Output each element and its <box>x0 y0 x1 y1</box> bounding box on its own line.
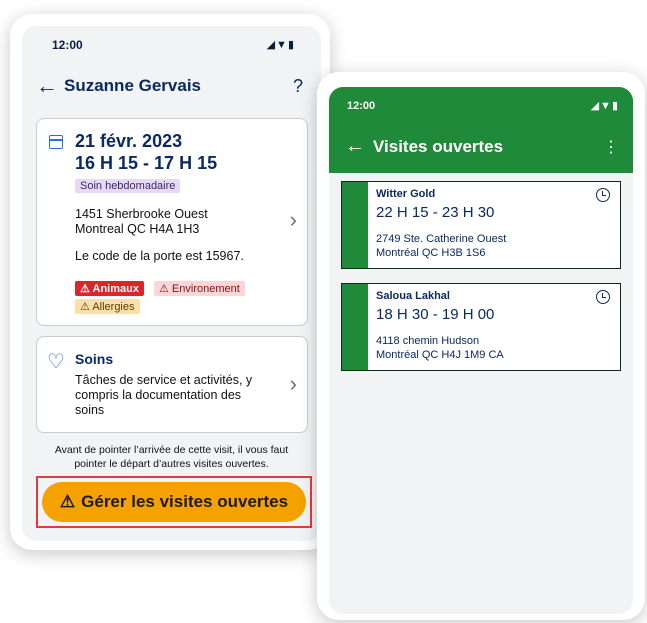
visit-hours: 16 H 15 - 17 H 15 <box>75 153 218 173</box>
badge-environment: ⚠ Environement <box>154 281 245 296</box>
phone-visit-detail: 12:00 ◢▼▮ ← Suzanne Gervais ? 21 févr. 2… <box>10 14 330 550</box>
care-card[interactable]: ♡ Soins Tâches de service et activités, … <box>36 336 308 433</box>
open-visits-screen: 12:00 ◢▼▮ ← Visites ouvertes ⋮ Witter Go… <box>329 87 633 614</box>
status-time: 12:00 <box>52 38 83 52</box>
chevron-right-icon[interactable]: › <box>290 207 297 233</box>
manage-open-visits-label: Gérer les visites ouvertes <box>81 492 289 511</box>
address-line-1: 4118 chemin Hudson <box>376 335 480 347</box>
warning-icon: ⚠ <box>59 492 76 511</box>
open-visits-notice: Avant de pointer l’arrivée de cette visi… <box>54 444 289 470</box>
phone-open-visits: 12:00 ◢▼▮ ← Visites ouvertes ⋮ Witter Go… <box>317 72 645 620</box>
client-name-title: Suzanne Gervais <box>64 76 202 95</box>
page-title: Visites ouvertes <box>373 137 504 156</box>
address-line-2: Montreal QC H4A 1H3 <box>75 222 200 236</box>
badge-allergies: ⚠ Allergies <box>75 299 140 314</box>
status-bar: 12:00 ◢▼▮ <box>22 26 321 60</box>
door-code: Le code de la porte est 15967. <box>75 249 244 263</box>
app-bar: ← Suzanne Gervais ? <box>22 74 321 106</box>
visit-hours: 18 H 30 - 19 H 00 <box>376 306 495 323</box>
care-type-tag: Soin hebdomadaire <box>75 179 181 193</box>
open-visit-item[interactable]: Witter Gold 22 H 15 - 23 H 30 2749 Ste. … <box>341 181 621 269</box>
address-line-1: 2749 Ste. Catherine Ouest <box>376 233 507 245</box>
visit-date: 21 févr. 2023 <box>75 131 183 151</box>
calendar-icon <box>49 135 63 149</box>
care-description: Tâches de service et activités, y compri… <box>75 373 253 417</box>
more-menu-icon[interactable]: ⋮ <box>603 137 619 157</box>
manage-open-visits-button[interactable]: ⚠ Gérer les visites ouvertes <box>42 482 306 522</box>
chevron-right-icon[interactable]: › <box>290 371 297 397</box>
visit-client-name: Saloua Lakhal <box>376 290 450 302</box>
care-title: Soins <box>75 351 114 367</box>
address-line-1: 1451 Sherbrooke Ouest <box>75 207 208 221</box>
badge-animals-label: Animaux <box>92 283 139 295</box>
visit-status-stripe <box>342 182 368 268</box>
visit-address: 2749 Ste. Catherine Ouest Montréal QC H3… <box>376 232 576 260</box>
status-icons: ◢▼▮ <box>590 100 619 112</box>
address-line-2: Montréal QC H3B 1S6 <box>376 247 486 259</box>
visit-card[interactable]: 21 févr. 2023 16 H 15 - 17 H 15 Soin heb… <box>36 118 308 326</box>
badge-environment-label: Environement <box>171 283 240 295</box>
app-bar: 12:00 ◢▼▮ ← Visites ouvertes ⋮ <box>329 87 633 173</box>
visit-hours: 22 H 15 - 23 H 30 <box>376 204 495 221</box>
status-icons: ◢▼▮ <box>266 39 295 51</box>
open-visit-item[interactable]: Saloua Lakhal 18 H 30 - 19 H 00 4118 che… <box>341 283 621 371</box>
badge-allergies-label: Allergies <box>92 301 135 313</box>
visit-client-name: Witter Gold <box>376 188 436 200</box>
badge-animals: ⚠ Animaux <box>75 281 144 296</box>
help-icon[interactable]: ? <box>293 76 303 97</box>
visit-address: 4118 chemin Hudson Montréal QC H4J 1M9 C… <box>376 334 576 362</box>
visit-detail-screen: 12:00 ◢▼▮ ← Suzanne Gervais ? 21 févr. 2… <box>22 26 321 541</box>
address-line-2: Montréal QC H4J 1M9 CA <box>376 349 504 361</box>
back-arrow-icon[interactable]: ← <box>36 74 58 98</box>
clock-icon <box>596 290 610 304</box>
cta-highlight: ⚠ Gérer les visites ouvertes <box>36 476 312 528</box>
back-arrow-icon[interactable]: ← <box>345 135 365 157</box>
heart-icon: ♡ <box>47 351 65 373</box>
status-time: 12:00 <box>347 100 376 112</box>
visit-address: 1451 Sherbrooke Ouest Montreal QC H4A 1H… <box>75 207 245 237</box>
visit-status-stripe <box>342 284 368 370</box>
clock-icon <box>596 188 610 202</box>
